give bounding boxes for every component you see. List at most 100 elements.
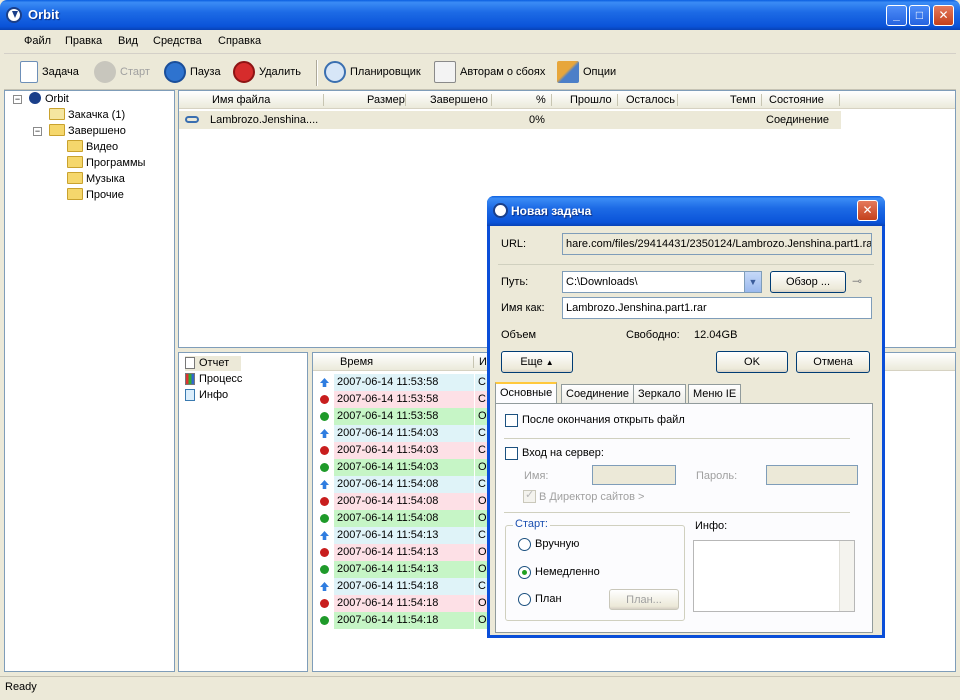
tree-other-label: Прочие bbox=[86, 189, 124, 201]
log-row[interactable]: 2007-06-14 11:54:08 О bbox=[313, 510, 491, 527]
tab-process[interactable]: Процесс bbox=[185, 372, 242, 387]
col-message[interactable]: И bbox=[479, 353, 487, 371]
free-space-value: 12.04GB bbox=[694, 329, 738, 341]
collapse-root-icon[interactable]: − bbox=[13, 95, 22, 104]
pause-button[interactable]: Пауза bbox=[164, 60, 221, 84]
tree-item-video[interactable]: Видео bbox=[67, 139, 118, 155]
browse-button[interactable]: Обзор ... bbox=[770, 271, 846, 293]
menu-edit[interactable]: Правка bbox=[65, 35, 102, 47]
log-row[interactable]: 2007-06-14 11:54:13 О bbox=[313, 561, 491, 578]
log-row[interactable]: 2007-06-14 11:54:18 О bbox=[313, 612, 491, 629]
log-row[interactable]: 2007-06-14 11:54:18 О bbox=[313, 595, 491, 612]
start-button[interactable]: Старт bbox=[94, 60, 150, 84]
menu-help[interactable]: Справка bbox=[218, 35, 261, 47]
col-status[interactable]: Состояние bbox=[769, 91, 824, 109]
error-icon bbox=[320, 548, 329, 557]
new-task-dialog: Новая задача ✕ URL: hare.com/files/29414… bbox=[487, 196, 885, 638]
col-speed[interactable]: Темп bbox=[730, 91, 756, 109]
username-field[interactable] bbox=[592, 465, 676, 485]
path-label: Путь: bbox=[501, 276, 529, 288]
col-remaining[interactable]: Осталось bbox=[626, 91, 675, 109]
tab-info[interactable]: Инфо bbox=[185, 388, 228, 403]
window-title: Orbit bbox=[28, 7, 60, 22]
log-time: 2007-06-14 11:54:18 bbox=[334, 612, 474, 629]
log-row[interactable]: 2007-06-14 11:53:58 С bbox=[313, 391, 491, 408]
tab-mirror[interactable]: Зеркало bbox=[633, 384, 686, 404]
log-row[interactable]: 2007-06-14 11:54:08 С bbox=[313, 476, 491, 493]
tree-item-orbit[interactable]: Orbit bbox=[29, 91, 69, 107]
site-director-checkbox[interactable]: ✓ bbox=[523, 489, 536, 503]
log-row[interactable]: 2007-06-14 11:54:18 С bbox=[313, 578, 491, 595]
tab-ie-menu[interactable]: Меню IE bbox=[688, 384, 742, 404]
log-row[interactable]: 2007-06-14 11:54:08 О bbox=[313, 493, 491, 510]
tree-item-other[interactable]: Прочие bbox=[67, 187, 124, 203]
status-bar: Ready bbox=[0, 676, 960, 700]
delete-button[interactable]: Удалить bbox=[233, 60, 301, 84]
dialog-close-button[interactable]: ✕ bbox=[857, 200, 878, 221]
tab-report[interactable]: Отчет bbox=[185, 356, 241, 371]
menu-file[interactable]: Файл bbox=[24, 35, 51, 47]
info-textarea[interactable] bbox=[693, 540, 855, 612]
col-percent[interactable]: % bbox=[536, 91, 546, 109]
options-button[interactable]: Опции bbox=[557, 60, 616, 84]
log-row[interactable]: 2007-06-14 11:53:58 С bbox=[313, 374, 491, 391]
report-icon bbox=[185, 357, 195, 370]
open-after-checkbox[interactable] bbox=[505, 414, 518, 427]
chevron-down-icon[interactable]: ▼ bbox=[744, 272, 761, 292]
tab-general[interactable]: Основные bbox=[495, 382, 558, 404]
log-row[interactable]: 2007-06-14 11:54:13 С bbox=[313, 527, 491, 544]
open-after-label: После окончания открыть файл bbox=[522, 414, 685, 426]
server-login-checkbox[interactable] bbox=[505, 447, 518, 460]
save-as-field[interactable]: Lambrozo.Jenshina.part1.rar bbox=[562, 297, 872, 319]
close-button[interactable]: ✕ bbox=[933, 5, 954, 26]
dialog-app-icon bbox=[493, 203, 508, 218]
start-plan-radio[interactable] bbox=[518, 593, 531, 606]
tree-item-completed[interactable]: Завершено bbox=[49, 123, 126, 139]
plan-button[interactable]: План... bbox=[609, 589, 679, 610]
row-percent: 0% bbox=[529, 114, 545, 126]
pin-icon[interactable]: ⊸ bbox=[852, 274, 868, 288]
menu-tools[interactable]: Средства bbox=[153, 35, 202, 47]
col-filename[interactable]: Имя файла bbox=[212, 91, 270, 109]
path-combobox[interactable]: C:\Downloads\ ▼ bbox=[562, 271, 762, 293]
report-bug-button[interactable]: Авторам о сбоях bbox=[434, 60, 545, 84]
log-row[interactable]: 2007-06-14 11:54:03 С bbox=[313, 425, 491, 442]
menu-view[interactable]: Вид bbox=[118, 35, 138, 47]
log-row[interactable]: 2007-06-14 11:54:13 О bbox=[313, 544, 491, 561]
tree-item-programs[interactable]: Программы bbox=[67, 155, 145, 171]
log-row[interactable]: 2007-06-14 11:54:03 О bbox=[313, 459, 491, 476]
start-immediately-radio[interactable] bbox=[518, 566, 531, 579]
tree-item-downloading[interactable]: Закачка (1) bbox=[49, 107, 125, 123]
dialog-title-bar: Новая задача ✕ bbox=[487, 196, 885, 226]
password-field[interactable] bbox=[766, 465, 858, 485]
maximize-button[interactable]: □ bbox=[909, 5, 930, 26]
col-done[interactable]: Завершено bbox=[430, 91, 488, 109]
col-elapsed[interactable]: Прошло bbox=[570, 91, 612, 109]
tab-connection[interactable]: Соединение bbox=[561, 384, 635, 404]
folder-icon bbox=[67, 156, 83, 169]
more-button[interactable]: Еще ▲ bbox=[501, 351, 573, 373]
tab-report-label: Отчет bbox=[199, 357, 230, 369]
details-tabs: Отчет Процесс Инфо bbox=[178, 352, 308, 672]
cancel-button[interactable]: Отмена bbox=[796, 351, 870, 373]
log-row[interactable]: 2007-06-14 11:54:03 С bbox=[313, 442, 491, 459]
ok-button[interactable]: OK bbox=[716, 351, 788, 373]
minimize-button[interactable]: _ bbox=[886, 5, 907, 26]
start-manual-radio[interactable] bbox=[518, 538, 531, 551]
error-icon bbox=[320, 446, 329, 455]
tree-item-music[interactable]: Музыка bbox=[67, 171, 125, 187]
col-size[interactable]: Размер bbox=[367, 91, 405, 109]
table-row[interactable]: Lambrozo.Jenshina.... 0% Соединение bbox=[179, 111, 841, 129]
tree-downloading-count: (1) bbox=[111, 109, 126, 121]
collapse-completed-icon[interactable]: − bbox=[33, 127, 42, 136]
folder-icon bbox=[67, 188, 83, 201]
arrow-up-icon bbox=[320, 429, 329, 438]
scheduler-button[interactable]: Планировщик bbox=[324, 60, 421, 84]
pause-icon bbox=[164, 61, 186, 83]
new-task-button[interactable]: Задача bbox=[20, 60, 79, 84]
url-field[interactable]: hare.com/files/29414431/2350124/Lambrozo… bbox=[562, 233, 872, 255]
ok-icon bbox=[320, 616, 329, 625]
col-time[interactable]: Время bbox=[340, 353, 373, 371]
log-row[interactable]: 2007-06-14 11:53:58 О bbox=[313, 408, 491, 425]
textarea-scrollbar[interactable] bbox=[839, 541, 854, 611]
